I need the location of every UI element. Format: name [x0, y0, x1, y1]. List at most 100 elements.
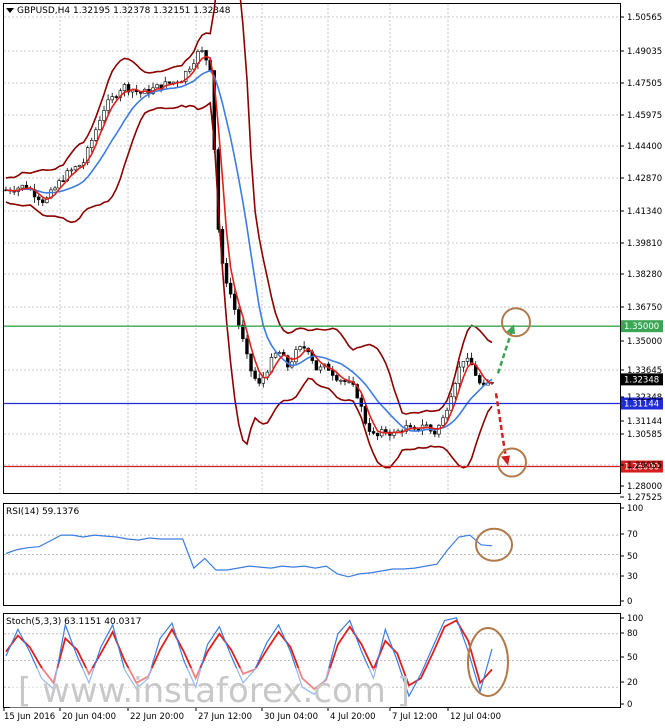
time-tick-label: 27 Jun 12:00	[198, 712, 252, 722]
stoch-tick-label: 80	[627, 629, 638, 639]
candle-body	[102, 110, 106, 121]
level-price-label: 1.35000	[624, 322, 659, 332]
candle-body	[237, 309, 241, 326]
candle-body	[20, 184, 25, 189]
price-tick-label: 1.30585	[627, 430, 662, 440]
candle-body	[465, 357, 470, 362]
candle-body	[424, 424, 429, 427]
price-tick-label: 1.39810	[627, 239, 662, 249]
candle-body	[461, 361, 466, 368]
chart-window: 1.35000 1.31144 1.28000 1.32348 1.50565 1.49…	[0, 0, 665, 724]
candle-body	[224, 263, 229, 284]
time-tick-label: 7 Jul 12:00	[392, 712, 438, 722]
price-tick-label: 1.44400	[627, 142, 662, 152]
candle-body	[359, 397, 364, 407]
rsi-title: RSI(14) 59.1376	[6, 507, 79, 517]
candle-body	[245, 338, 249, 355]
candle-body	[445, 409, 449, 419]
candle-body	[453, 383, 457, 398]
stoch-tick-label: 100	[627, 614, 643, 624]
candle-body	[57, 180, 61, 189]
stoch-tick-label: 20	[627, 678, 638, 688]
candle-body	[241, 324, 245, 340]
candle-body	[298, 346, 302, 350]
candle-body	[114, 96, 118, 98]
candle-body	[167, 81, 172, 84]
candle-body	[314, 360, 319, 371]
candle	[77, 164, 82, 167]
candle-body	[233, 293, 237, 310]
current-price-label: 1.32348	[624, 375, 659, 385]
stoch-tick-label: 0	[627, 700, 632, 710]
time-tick-label: 15 Jun 2016	[4, 712, 55, 722]
time-tick-label: 4 Jul 20:00	[330, 712, 376, 722]
candle	[314, 360, 319, 371]
candle-body	[277, 352, 282, 354]
candle-body	[228, 282, 233, 295]
price-tick-label: 1.29055	[627, 461, 662, 471]
rsi-tick-label: 0	[627, 597, 632, 607]
price-tick-label: 1.27525	[627, 493, 662, 503]
candle-body	[478, 375, 482, 384]
candle-body	[371, 431, 376, 434]
time-tick-label: 30 Jun 04:00	[264, 712, 318, 722]
rsi-tick-label: 70	[627, 530, 638, 540]
candle-body	[294, 349, 298, 363]
candle-body	[318, 366, 323, 371]
candle-body	[253, 370, 257, 379]
price-tick-label: 1.28000	[627, 482, 662, 492]
candle-body	[73, 166, 78, 171]
rsi-tick-label: 50	[627, 552, 638, 562]
candle-body	[204, 50, 208, 61]
time-tick-label: 22 Jun 20:00	[130, 712, 184, 722]
candle-body	[249, 353, 253, 372]
candle-body	[408, 425, 413, 428]
candle-body	[90, 140, 94, 148]
price-tick-label: 1.33645	[627, 366, 662, 376]
candle-body	[41, 199, 45, 203]
price-tick-label: 1.35000	[627, 337, 662, 347]
candle-body	[441, 417, 445, 426]
candle-body	[106, 99, 110, 111]
candle-body	[273, 352, 278, 358]
price-tick-label: 1.38280	[627, 270, 662, 280]
candle-body	[416, 428, 421, 431]
candle-body	[339, 379, 343, 382]
candle-body	[188, 68, 192, 72]
price-tick-label: 1.47505	[627, 79, 662, 89]
candle-body	[69, 169, 74, 172]
rsi-tick-label: 30	[627, 572, 638, 582]
candle-body	[367, 423, 372, 432]
candle-body	[363, 406, 368, 424]
candle-body	[110, 96, 114, 101]
price-tick-label: 1.32348	[627, 393, 662, 403]
candle-body	[457, 366, 462, 384]
candle-body	[155, 84, 159, 89]
candle-body	[331, 370, 335, 376]
price-tick-label: 1.41340	[627, 207, 662, 217]
candle-body	[53, 187, 57, 191]
price-tick-label: 1.42870	[627, 174, 662, 184]
price-tick-label: 1.50565	[627, 13, 662, 23]
candle-body	[375, 432, 380, 437]
rsi-tick-label: 100	[627, 504, 643, 514]
time-tick-label: 12 Jul 04:00	[450, 712, 501, 722]
time-tick-label: 20 Jun 04:00	[62, 712, 116, 722]
candle-body	[335, 375, 339, 381]
candle-body	[200, 50, 204, 52]
main-chart-title: GBPUSD,H4 1.32195 1.32378 1.32151 1.3234…	[17, 6, 231, 16]
price-tick-label: 1.45975	[627, 111, 662, 121]
price-tick-label: 1.31144	[627, 417, 662, 427]
candle-body	[384, 429, 388, 433]
candle-body	[302, 346, 306, 349]
price-tick-label: 1.36750	[627, 303, 662, 313]
price-tick-label: 1.49035	[627, 47, 662, 57]
candle-body	[77, 164, 82, 167]
candle-body	[257, 378, 261, 384]
candle-body	[433, 430, 437, 435]
candle-body	[94, 129, 98, 141]
stoch-title: Stoch(5,3,3) 63.1151 40.0317	[6, 617, 141, 627]
candle-body	[61, 180, 65, 182]
watermark: [ www.instaforex.com ]	[18, 671, 410, 711]
stoch-tick-label: 50	[627, 653, 638, 663]
